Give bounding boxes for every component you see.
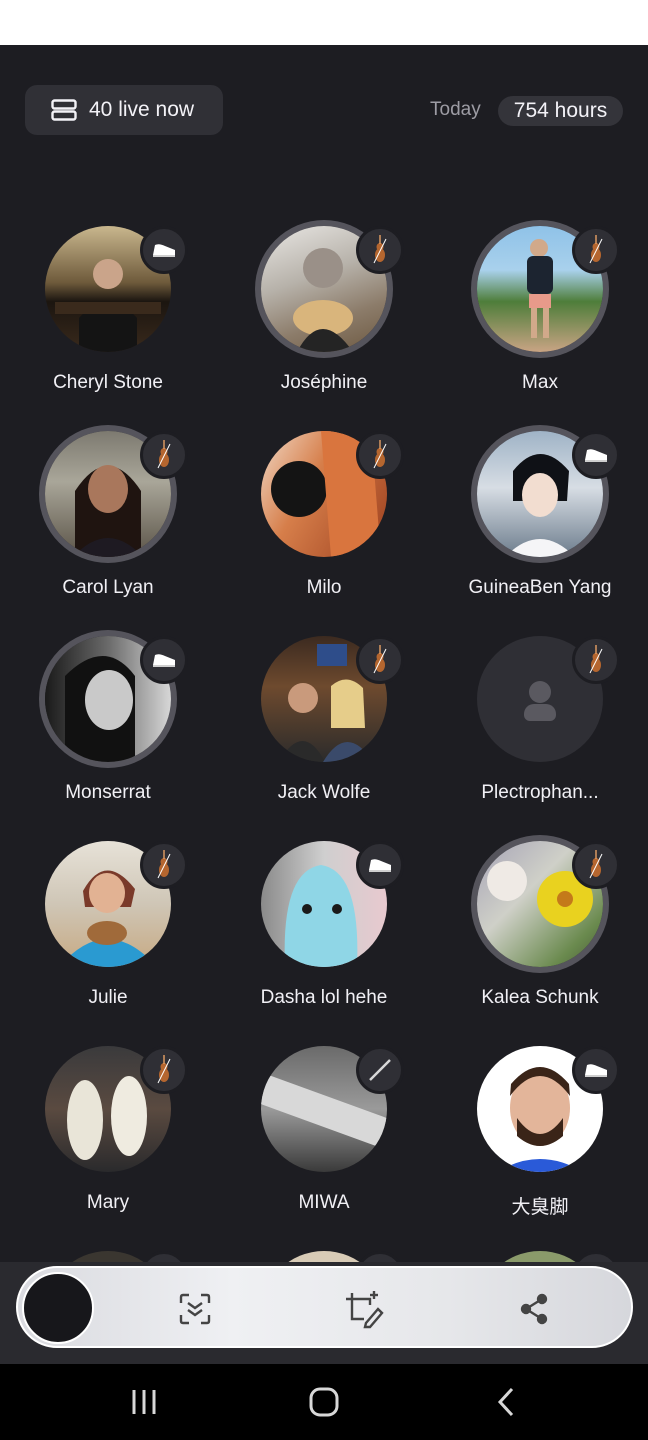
violin-icon (572, 1251, 620, 1262)
user-card[interactable] (0, 1251, 216, 1262)
user-name: Max (522, 372, 558, 393)
user-name: Monserrat (65, 782, 151, 803)
user-name: Kalea Schunk (481, 987, 599, 1008)
user-card[interactable]: Plectrophan... (432, 636, 648, 836)
screenshot-thumbnail[interactable] (22, 1272, 94, 1344)
edit-image-icon[interactable] (344, 1289, 384, 1329)
user-card[interactable]: Carol Lyan (0, 431, 216, 631)
user-card[interactable] (432, 1251, 648, 1262)
violin-icon (572, 841, 620, 889)
user-name: Mary (86, 1192, 130, 1213)
user-grid: Cheryl Stone Joséphine Max Carol Lyan Mi… (0, 0, 648, 1262)
user-card[interactable]: Milo (216, 431, 432, 631)
user-card[interactable]: Cheryl Stone (0, 226, 216, 426)
user-name: Dasha lol hehe (260, 987, 388, 1008)
user-name: Julie (88, 987, 128, 1008)
piano-icon (572, 431, 620, 479)
user-card[interactable]: Mary (0, 1046, 216, 1246)
user-card[interactable]: Joséphine (216, 226, 432, 426)
piano-icon (356, 841, 404, 889)
user-name: Joséphine (280, 372, 368, 393)
user-card[interactable]: Dasha lol hehe (216, 841, 432, 1041)
user-card[interactable]: 大臭脚 (432, 1046, 648, 1246)
violin-icon (356, 431, 404, 479)
system-navigation-bar (0, 1364, 648, 1440)
user-card[interactable]: MIWA (216, 1046, 432, 1246)
share-icon[interactable] (514, 1289, 554, 1329)
user-card[interactable]: Max (432, 226, 648, 426)
piano-icon (140, 226, 188, 274)
violin-icon (572, 226, 620, 274)
user-card[interactable]: GuineaBen Yang (432, 431, 648, 631)
violin-icon (356, 1251, 404, 1262)
person-icon (529, 681, 551, 703)
violin-icon (140, 431, 188, 479)
back-icon[interactable] (486, 1384, 526, 1420)
user-card[interactable]: Jack Wolfe (216, 636, 432, 836)
user-name: Carol Lyan (62, 577, 154, 598)
user-name: Plectrophan... (481, 782, 599, 803)
home-icon[interactable] (304, 1384, 344, 1420)
scan-icon[interactable] (175, 1289, 215, 1329)
user-card[interactable]: Julie (0, 841, 216, 1041)
piano-icon (140, 636, 188, 684)
user-card[interactable]: Monserrat (0, 636, 216, 836)
user-name: Jack Wolfe (277, 782, 371, 803)
piano-icon (572, 1046, 620, 1094)
user-card[interactable]: Kalea Schunk (432, 841, 648, 1041)
user-name: GuineaBen Yang (468, 577, 612, 598)
recent-apps-icon[interactable] (124, 1384, 164, 1420)
user-name: Cheryl Stone (53, 372, 163, 393)
user-name: Milo (306, 577, 342, 598)
violin-icon (140, 1046, 188, 1094)
user-card[interactable] (216, 1251, 432, 1262)
violin-icon (140, 1251, 188, 1262)
user-name: 大臭脚 (511, 1197, 569, 1218)
violin-icon (356, 226, 404, 274)
violin-icon (356, 636, 404, 684)
user-name: MIWA (298, 1192, 350, 1213)
flute-icon (356, 1046, 404, 1094)
screenshot-toolbar (16, 1266, 633, 1348)
violin-icon (572, 636, 620, 684)
violin-icon (140, 841, 188, 889)
